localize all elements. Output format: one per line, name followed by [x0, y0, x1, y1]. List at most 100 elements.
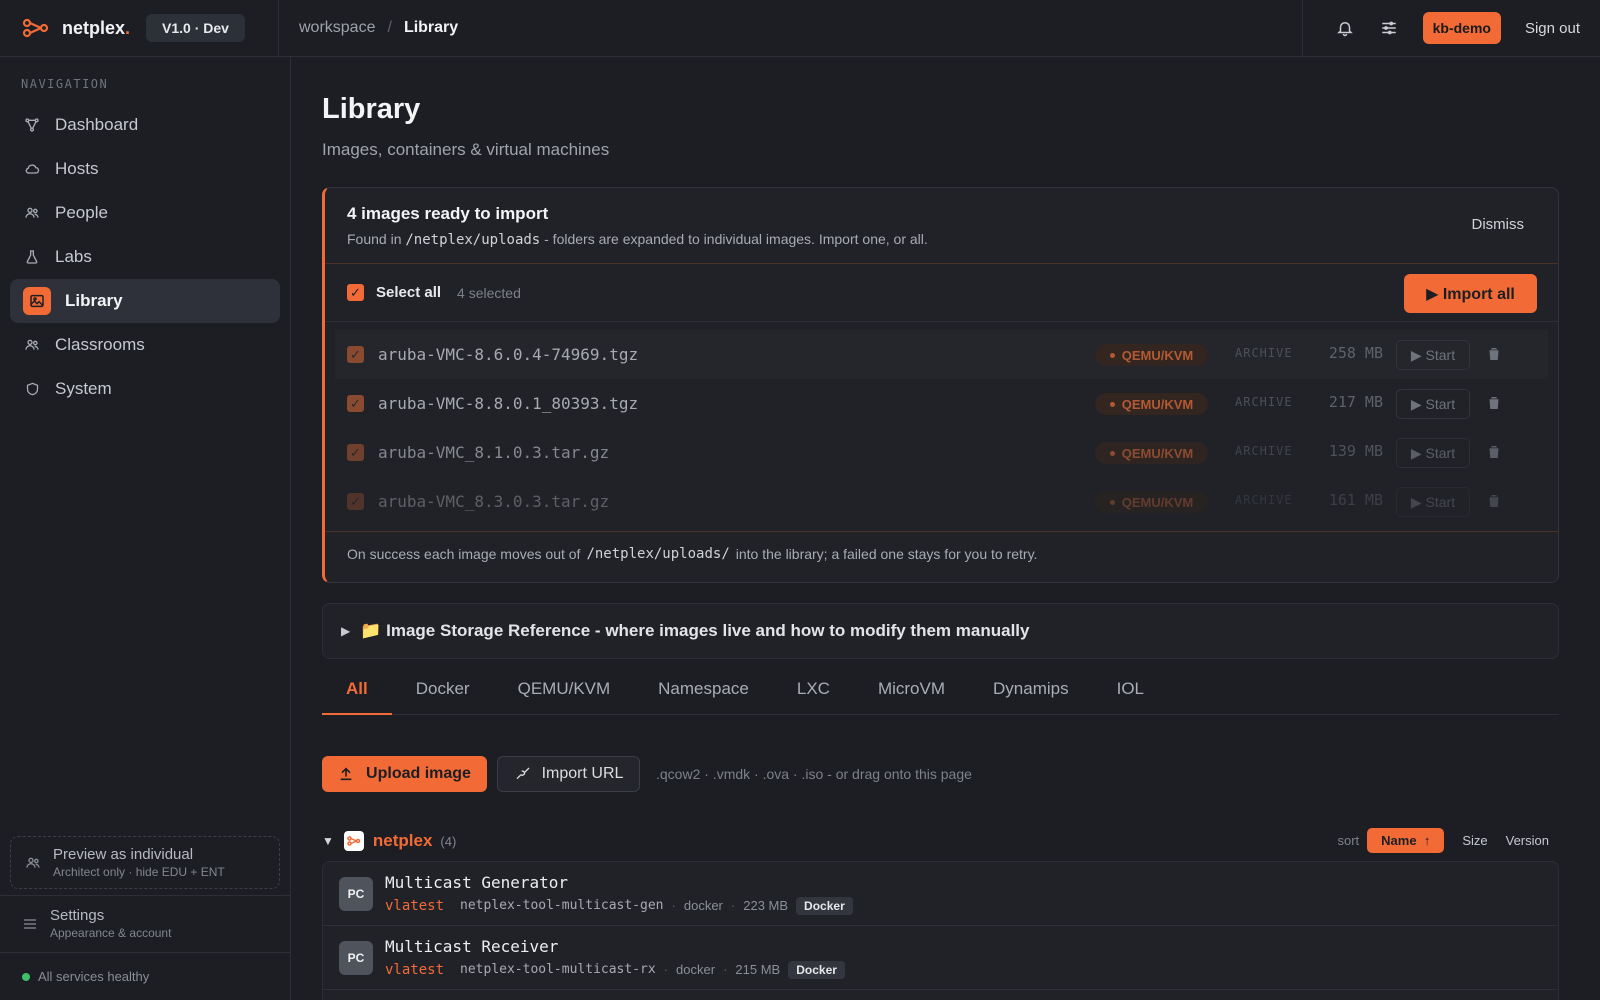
sidebar-item-label: Library: [65, 291, 123, 310]
trash-icon[interactable]: [1485, 492, 1503, 510]
file-size: 258 MB: [1328, 344, 1383, 362]
start-button[interactable]: ▶ Start: [1396, 487, 1470, 517]
nav-heading: NAVIGATION: [21, 77, 109, 91]
kind-label: ARCHIVE: [1235, 444, 1293, 458]
brand[interactable]: netplex. V1.0 · Dev: [0, 0, 279, 57]
sidebar-item-label: People: [55, 203, 108, 222]
tab-lxc[interactable]: LXC: [773, 675, 854, 715]
breadcrumb: workspace / Library: [279, 19, 1302, 37]
row-checkbox[interactable]: ✓: [347, 493, 364, 510]
sidebar-item-labs[interactable]: Labs: [10, 235, 280, 279]
file-name: aruba-VMC-8.6.0.4-74969.tgz: [378, 345, 639, 364]
sidebar-item-label: Classrooms: [55, 335, 145, 354]
preview-as-individual[interactable]: Preview as individual Architect only · h…: [10, 836, 280, 889]
image-ref: netplex-tool-multicast-rx: [460, 962, 656, 977]
file-size: 139 MB: [1328, 442, 1383, 460]
tab-microvm[interactable]: MicroVM: [854, 675, 969, 715]
breadcrumb-current: Library: [403, 19, 459, 36]
upload-icon: [340, 767, 352, 781]
version-badge[interactable]: V1.0 · Dev: [146, 14, 245, 42]
import-rows: ✓ aruba-VMC-8.6.0.4-74969.tgz QEMU/KVM A…: [325, 322, 1558, 532]
page-subtitle: Images, containers & virtual machines: [322, 140, 610, 159]
select-all-bar: ✓ Select all 4 selected ▶ Import all: [325, 264, 1558, 322]
sidebar-item-system[interactable]: System: [10, 367, 280, 411]
start-button[interactable]: ▶ Start: [1396, 340, 1470, 370]
sidebar-item-label: Hosts: [55, 159, 99, 178]
sidebar-item-hosts[interactable]: Hosts: [10, 147, 280, 191]
upload-hint: .qcow2 · .vmdk · .ova · .iso - or drag o…: [656, 766, 972, 782]
start-button[interactable]: ▶ Start: [1396, 389, 1470, 419]
tab-qemu-kvm[interactable]: QEMU/KVM: [494, 675, 635, 715]
netplex-logo-icon: [343, 831, 364, 851]
people-icon: [26, 857, 40, 868]
trash-icon[interactable]: [1485, 394, 1503, 412]
image-icon: [23, 287, 51, 315]
start-button[interactable]: ▶ Start: [1396, 438, 1470, 468]
select-all-label[interactable]: Select all: [376, 284, 441, 301]
list-item[interactable]: PC Multicast Generator vlatest netplex-t…: [323, 862, 1558, 926]
import-panel: 4 images ready to import Found in /netpl…: [322, 187, 1559, 583]
collapse-triangle-icon[interactable]: ▼: [322, 834, 334, 848]
sort-version-button[interactable]: Version: [1506, 833, 1549, 848]
sort-size-button[interactable]: Size: [1462, 833, 1487, 848]
row-checkbox[interactable]: ✓: [347, 346, 364, 363]
page-title: Library: [322, 93, 421, 125]
tab-dynamips[interactable]: Dynamips: [969, 675, 1093, 715]
file-name: aruba-VMC-8.8.0.1_80393.tgz: [378, 394, 639, 413]
type-tag: QEMU/KVM: [1095, 344, 1208, 366]
expand-triangle-icon: ▶: [341, 624, 351, 638]
bell-icon[interactable]: [1323, 6, 1367, 50]
status-dot-icon: [22, 972, 30, 981]
sidebar-item-classrooms[interactable]: Classrooms: [10, 323, 280, 367]
import-url-button[interactable]: Import URL: [497, 756, 640, 792]
tab-namespace[interactable]: Namespace: [634, 675, 773, 715]
tab-all[interactable]: All: [322, 675, 392, 715]
shield-icon: [23, 380, 41, 398]
import-panel-header: 4 images ready to import Found in /netpl…: [325, 188, 1558, 264]
kind-label: ARCHIVE: [1235, 493, 1293, 507]
link-icon: [516, 767, 530, 780]
image-size: 215 MB: [735, 962, 781, 977]
sidebar-item-library[interactable]: Library: [10, 279, 280, 323]
row-checkbox[interactable]: ✓: [347, 444, 364, 461]
sort-label: sort: [1337, 833, 1360, 848]
image-runtime: docker: [683, 898, 723, 913]
import-all-button[interactable]: ▶ Import all: [1404, 274, 1537, 313]
sign-out-link[interactable]: Sign out: [1525, 20, 1580, 37]
sidebar-item-dashboard[interactable]: Dashboard: [10, 103, 280, 147]
selected-count: 4 selected: [457, 284, 521, 301]
dismiss-button[interactable]: Dismiss: [1472, 216, 1525, 233]
group-count: (4): [440, 833, 457, 849]
file-size: 217 MB: [1328, 393, 1383, 411]
tab-docker[interactable]: Docker: [392, 675, 494, 715]
group-name[interactable]: netplex: [373, 831, 433, 851]
storage-reference-toggle[interactable]: ▶ 📁 Image Storage Reference - where imag…: [322, 603, 1559, 659]
image-size: 223 MB: [743, 898, 789, 913]
trash-icon[interactable]: [1485, 443, 1503, 461]
sliders-icon[interactable]: [1367, 6, 1411, 50]
sort-name-button[interactable]: Name ↑: [1367, 828, 1445, 853]
type-tag: QEMU/KVM: [1095, 442, 1208, 464]
settings-title: Settings: [50, 907, 105, 924]
upload-image-button[interactable]: Upload image: [322, 756, 487, 792]
settings-link[interactable]: Settings Appearance & account: [0, 895, 290, 951]
import-row[interactable]: ✓ aruba-VMC-8.6.0.4-74969.tgz QEMU/KVM A…: [335, 330, 1548, 379]
breadcrumb-workspace[interactable]: workspace: [299, 19, 375, 37]
list-item[interactable]: PC Multicast Receiver vlatest netplex-to…: [323, 926, 1558, 990]
select-all-checkbox[interactable]: ✓: [347, 284, 364, 301]
main-content: Library Images, containers & virtual mac…: [322, 57, 1560, 1000]
image-version: vlatest: [385, 961, 445, 978]
user-chip[interactable]: kb-demo: [1422, 12, 1501, 44]
sidebar-item-label: Dashboard: [55, 115, 139, 134]
image-name: Multicast Generator: [385, 872, 569, 892]
row-checkbox[interactable]: ✓: [347, 395, 364, 412]
tab-iol[interactable]: IOL: [1093, 675, 1168, 715]
trash-icon[interactable]: [1485, 345, 1503, 363]
sidebar-item-people[interactable]: People: [10, 191, 280, 235]
import-row[interactable]: ✓ aruba-VMC_8.3.0.3.tar.gz QEMU/KVM ARCH…: [325, 477, 1558, 526]
import-panel-footer: On success each image moves out of /netp…: [347, 546, 1038, 562]
nav-list: Dashboard Hosts People Labs Library Clas…: [0, 103, 290, 411]
image-list: PC Multicast Generator vlatest netplex-t…: [322, 861, 1559, 1000]
import-row[interactable]: ✓ aruba-VMC_8.1.0.3.tar.gz QEMU/KVM ARCH…: [325, 428, 1558, 477]
import-row[interactable]: ✓ aruba-VMC-8.8.0.1_80393.tgz QEMU/KVM A…: [325, 379, 1558, 428]
